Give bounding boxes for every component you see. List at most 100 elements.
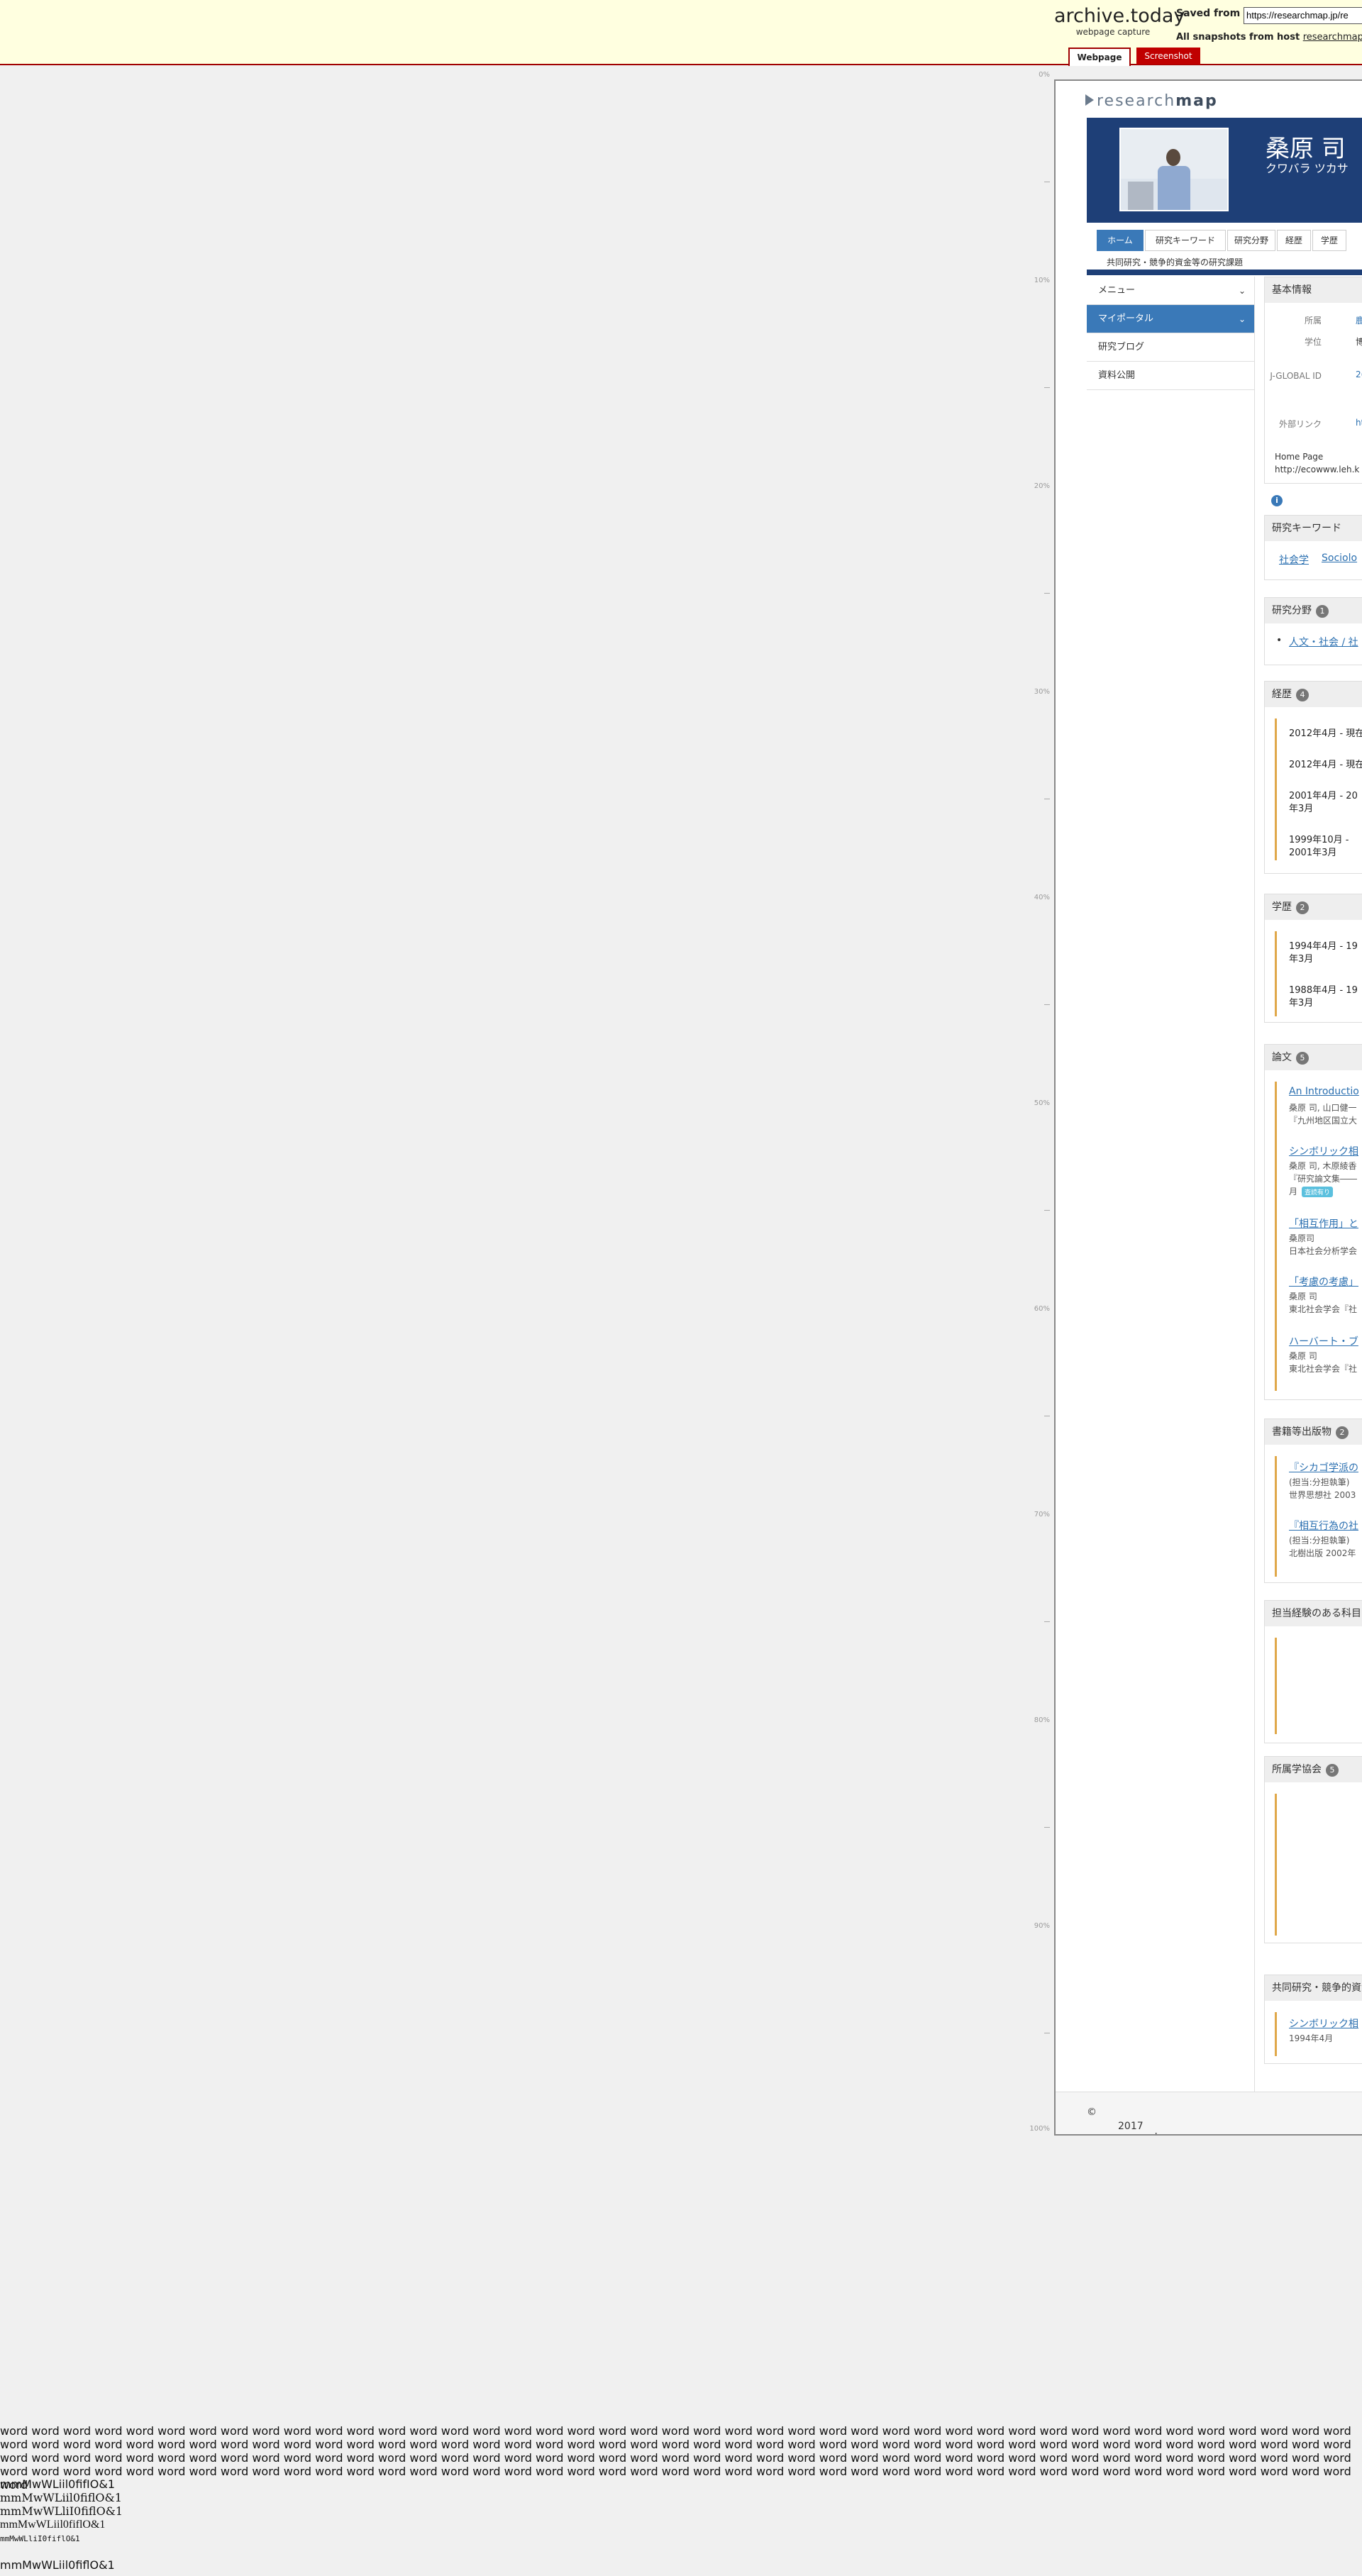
section-title: 基本情報 [1265,277,1362,303]
ruler-tick [1044,593,1050,594]
timeline-bar [1275,931,1277,1016]
section-title: 担当経験のある科目 [1265,1601,1362,1626]
paper-authors: 桑原 司 [1289,1292,1317,1301]
paper-title-link[interactable]: ハーバート・ブ [1289,1334,1358,1348]
section-title: 研究キーワード [1265,516,1362,541]
ruler-label[interactable]: 0% [1039,71,1050,79]
affiliation-link[interactable]: 鹿 [1356,314,1362,326]
researchmap-logo[interactable]: researchmap [1085,92,1218,110]
ruler-label[interactable]: 40% [1034,894,1050,901]
info-icon[interactable]: i [1271,495,1283,506]
paper-venue: 東北社会学会『社 [1289,1364,1358,1374]
education-date: 1994年4月 - 19 [1289,941,1358,952]
section-title-text: 論文 [1272,1052,1292,1063]
timeline-bar [1275,718,1277,860]
timeline-bar [1275,1638,1277,1734]
ruler-label[interactable]: 90% [1034,1922,1050,1930]
captured-page: researchmap 桑原 司 クワバラ ツカサ ホーム 研究キーワード 研究… [1054,79,1362,2136]
section-papers: 論文 5 An Introductio 桑原 司, 山口健一 『九州地区国立大 シ… [1264,1044,1362,1400]
ruler-label[interactable]: 60% [1034,1305,1050,1313]
sidebar-item-myportal[interactable]: マイポータル ⌄ [1087,305,1254,333]
count-badge: 5 [1296,1052,1309,1065]
page-footer: © 2017 researchmap [1056,2092,1362,2134]
book-publisher: 世界思想社 2003 [1289,1490,1356,1500]
photo-chair [1128,182,1153,210]
archive-logo[interactable]: archive.today [1054,6,1185,27]
font-test-line: mmMwWLliI0fiflO&1 [0,2504,123,2518]
photo-person-body [1158,166,1190,210]
section-title-text: 所属学協会 [1272,1764,1322,1775]
ruler-label[interactable]: 10% [1034,277,1050,284]
nav-tab-home[interactable]: ホーム [1097,230,1144,251]
chevron-down-icon: ⌄ [1238,314,1246,324]
external-link[interactable]: ht [1356,418,1362,428]
sidebar-item-documents[interactable]: 資料公開 [1087,362,1254,390]
field-label: 所属 [1304,316,1322,326]
logo-text-light: research [1097,92,1176,110]
font-test-line: mmMwWLiil0fifIO&1 [0,2477,115,2491]
font-test-line: mmMwWLiil0fiflO&1 [0,2491,122,2504]
homepage-url[interactable]: http://ecowww.leh.k [1275,465,1359,474]
section-title: 所属学協会 5 [1265,1757,1362,1782]
book-role: (担当:分担執筆) [1289,1536,1350,1545]
jglobal-link[interactable]: 2( [1356,370,1362,379]
ruler-tick [1044,387,1050,388]
project-title-link[interactable]: シンボリック相 [1289,2016,1358,2031]
saved-url-input[interactable] [1244,7,1362,24]
section-title-text: 書籍等出版物 [1272,1426,1331,1438]
section-title: 論文 5 [1265,1045,1362,1070]
sidebar-item-blog[interactable]: 研究ブログ [1087,333,1254,362]
paper-title-link[interactable]: シンボリック相 [1289,1144,1358,1158]
tab-screenshot[interactable]: Screenshot [1136,48,1200,65]
paper-title-link[interactable]: 「相互作用」と [1289,1216,1358,1231]
count-badge: 5 [1326,1764,1339,1777]
count-badge: 1 [1316,605,1329,618]
paper-date: 月査読有り [1289,1185,1334,1197]
keyword-link[interactable]: 社会学 [1279,553,1309,567]
section-education: 学歴 2 1994年4月 - 19 年3月 1988年4月 - 19 年3月 [1264,894,1362,1023]
book-role: (担当:分担執筆) [1289,1477,1350,1487]
host-link[interactable]: researchmap.jp [1303,32,1362,43]
chevron-down-icon: ⌄ [1238,286,1246,296]
career-date: 2001年3月 [1289,848,1337,858]
career-date: 2001年4月 - 20 [1289,791,1358,801]
ruler-label[interactable]: 20% [1034,482,1050,490]
book-title-link[interactable]: 『シカゴ学派の [1289,1460,1358,1475]
archive-header: archive.today webpage capture Saved from… [0,0,1362,66]
education-date: 1988年4月 - 19 [1289,985,1358,996]
book-title-link[interactable]: 『相互行為の社 [1289,1519,1358,1533]
field-label: 外部リンク [1278,419,1322,429]
project-date: 1994年4月 [1289,2033,1334,2043]
ruler-label[interactable]: 70% [1034,1511,1050,1519]
paper-title-link[interactable]: An Introductio [1289,1086,1359,1097]
nav-tab-education[interactable]: 学歴 [1312,230,1346,251]
word-test-block: word word word word word word word word … [0,2424,1351,2492]
education-date: 年3月 [1289,954,1314,965]
ruler-tick [1044,1827,1050,1828]
keyword-link[interactable]: Sociolo [1322,553,1357,564]
section-title: 書籍等出版物 2 [1265,1419,1362,1445]
field-label: 学位 [1304,337,1322,347]
timeline-bar [1275,1794,1277,1936]
archive-brand[interactable]: archive.today webpage capture [1054,6,1185,38]
ruler-tick [1044,1004,1050,1005]
sidebar-item-menu[interactable]: メニュー ⌄ [1087,277,1254,305]
font-test-line: mmMwWLiil0fiflO&1 [0,2558,115,2572]
count-badge: 2 [1336,1426,1349,1439]
nav-tab-fields[interactable]: 研究分野 [1227,230,1275,251]
paper-title-link[interactable]: 「考慮の考慮」 [1289,1275,1358,1289]
tab-webpage[interactable]: Webpage [1068,48,1131,66]
nav-tab-keywords[interactable]: 研究キーワード [1145,230,1226,251]
section-career: 経歴 4 2012年4月 - 現在 2012年4月 - 現在 2001年4月 - … [1264,681,1362,874]
nav-tab-career[interactable]: 経歴 [1277,230,1311,251]
paper-authors: 桑原司 [1289,1233,1315,1243]
section-basic-info: 基本情報 所属 鹿 学位 博 J-GLOBAL ID 2( 外部リンク ht H… [1264,277,1362,484]
ruler-label[interactable]: 30% [1034,688,1050,696]
field-link[interactable]: 人文・社会 / 社 [1289,635,1358,649]
timeline-bar [1275,2012,1277,2056]
ruler-label[interactable]: 100% [1029,2125,1050,2133]
timeline-bar [1275,1082,1277,1391]
ruler-label[interactable]: 50% [1034,1099,1050,1107]
section-keywords: 研究キーワード 社会学 Sociolo [1264,515,1362,580]
ruler-label[interactable]: 80% [1034,1716,1050,1724]
